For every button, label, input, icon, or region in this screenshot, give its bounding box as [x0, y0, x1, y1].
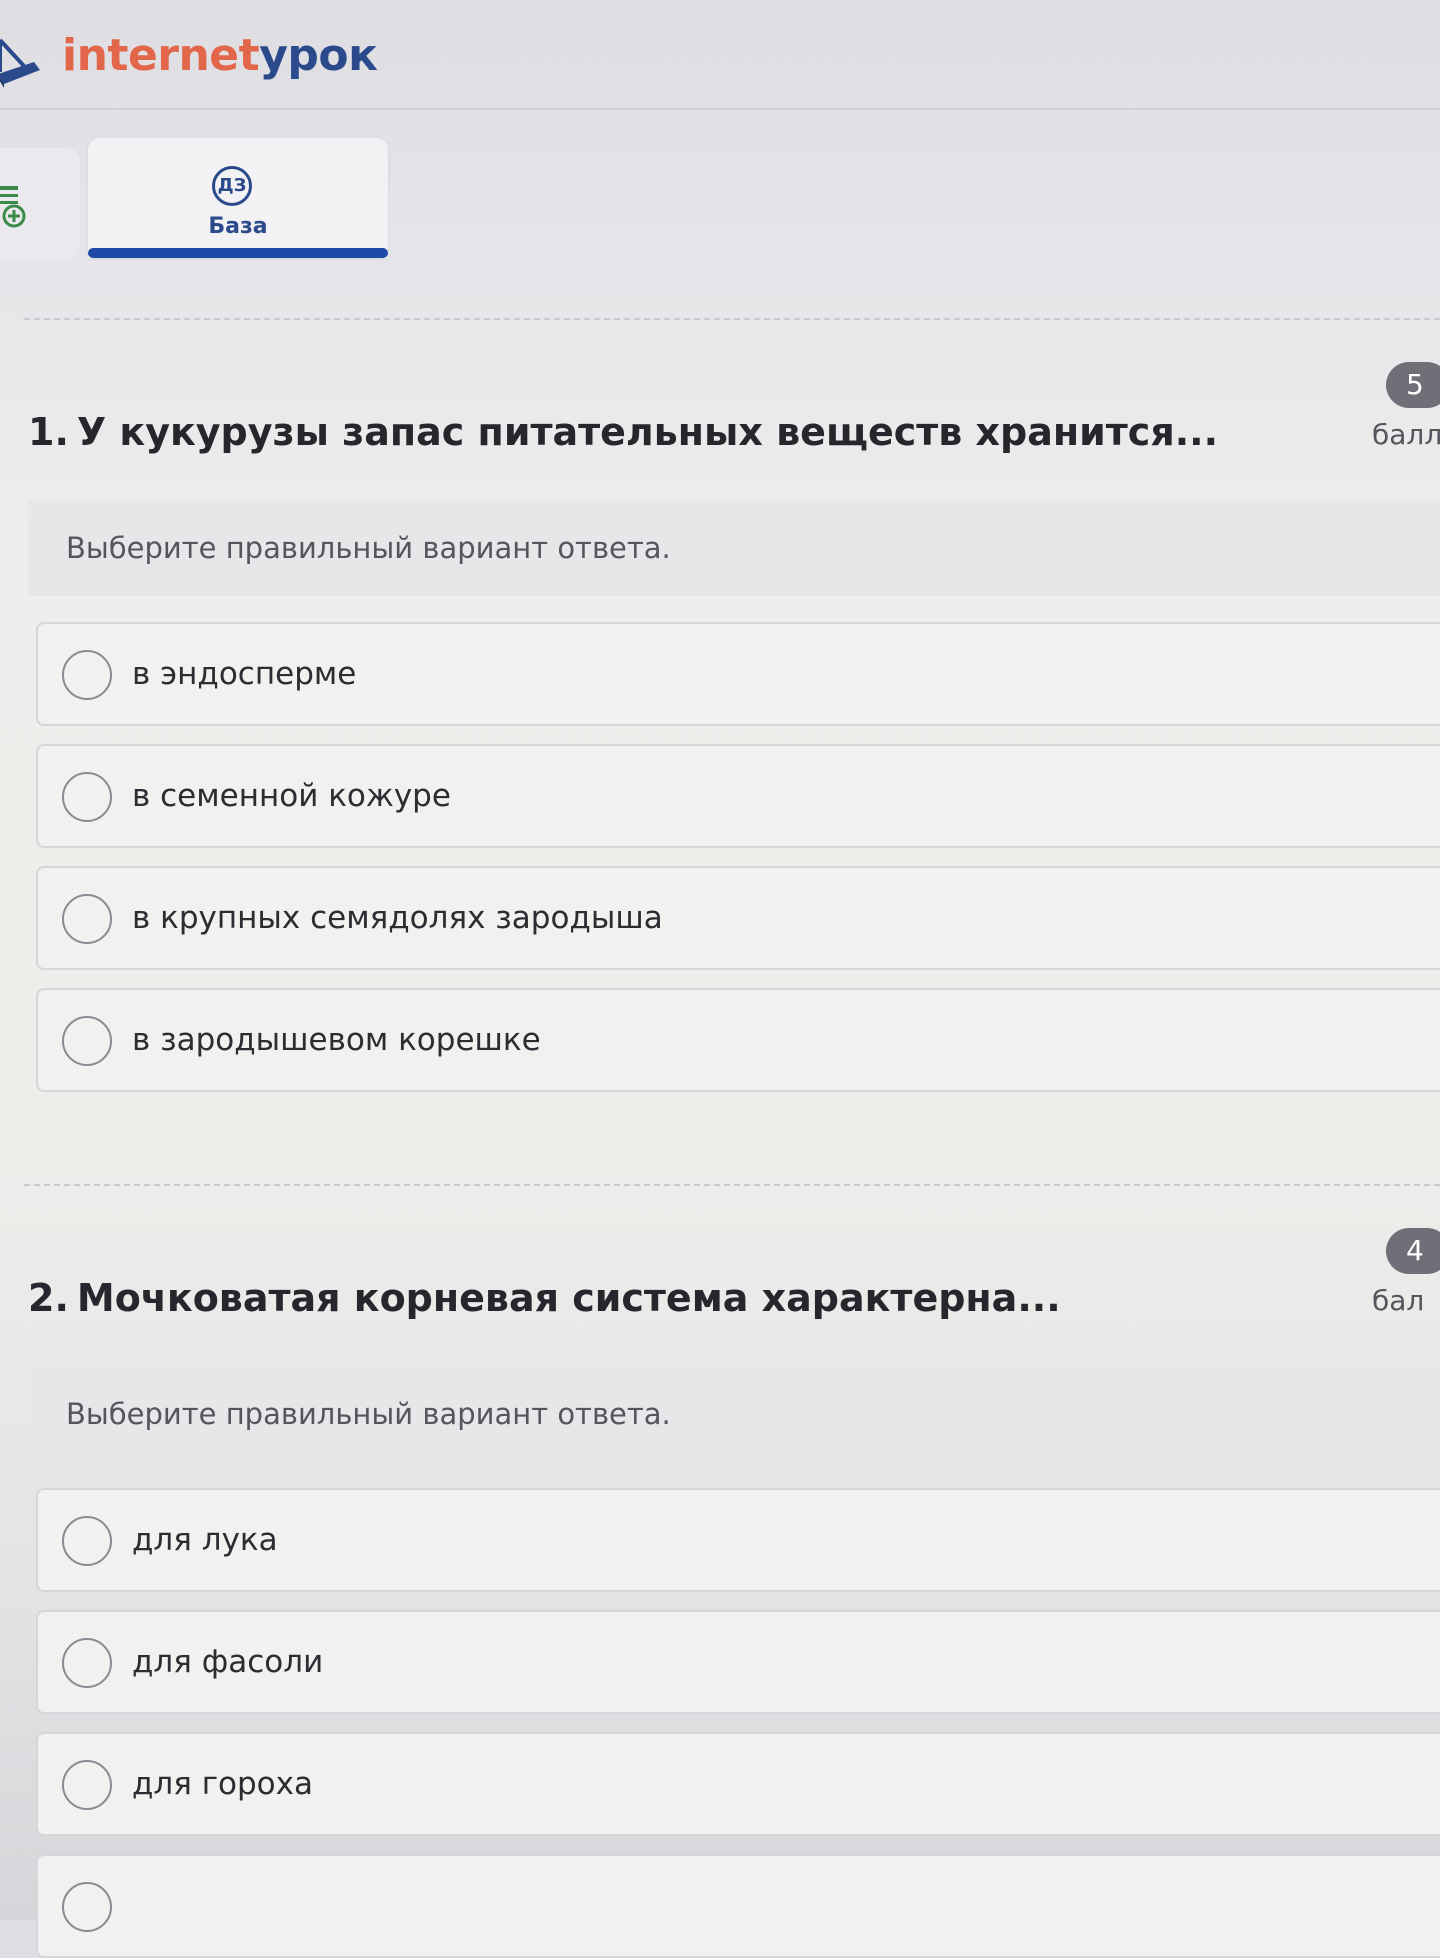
radio-button[interactable]: [62, 894, 112, 944]
add-homework-icon: [0, 186, 26, 228]
answer-instruction: Выберите правильный вариант ответа.: [28, 500, 1440, 596]
homework-badge-icon: ДЗ: [212, 166, 252, 206]
answer-option[interactable]: для фасоли: [36, 1610, 1440, 1714]
points-label: бал: [1372, 1284, 1425, 1317]
answer-option[interactable]: для гороха: [36, 1732, 1440, 1836]
option-label: для фасоли: [132, 1644, 324, 1680]
site-header: internetурок: [0, 0, 1440, 110]
tab-baza[interactable]: ДЗ База: [88, 138, 388, 258]
section-divider: [24, 318, 1440, 320]
question-title: 2. Мочковатая корневая система характерна…: [28, 1276, 1061, 1320]
answer-option[interactable]: для лука: [36, 1488, 1440, 1592]
radio-button[interactable]: [62, 1638, 112, 1688]
radio-button[interactable]: [62, 650, 112, 700]
points-label: балл: [1372, 418, 1440, 451]
radio-button[interactable]: [62, 1516, 112, 1566]
section-divider: [24, 1184, 1440, 1186]
radio-button[interactable]: [62, 1882, 112, 1932]
option-label: для лука: [132, 1522, 278, 1558]
tab-label: База: [208, 214, 268, 239]
logo-book-icon: [0, 38, 40, 88]
option-label: в крупных семядолях зародыша: [132, 900, 663, 936]
option-label: в семенной кожуре: [132, 778, 451, 814]
radio-button[interactable]: [62, 1760, 112, 1810]
option-label: для гороха: [132, 1766, 313, 1802]
logo[interactable]: internetурок: [62, 30, 378, 81]
option-label: в зародышевом корешке: [132, 1022, 541, 1058]
tab-active-indicator: [88, 248, 388, 258]
answer-instruction: Выберите правильный вариант ответа.: [28, 1366, 1440, 1462]
radio-button[interactable]: [62, 1016, 112, 1066]
points-badge: 5: [1386, 362, 1440, 408]
answer-option[interactable]: [36, 1854, 1440, 1958]
question-title: 1. У кукурузы запас питательных веществ х…: [28, 410, 1219, 454]
radio-button[interactable]: [62, 772, 112, 822]
answer-option[interactable]: в зародышевом корешке: [36, 988, 1440, 1092]
answer-option[interactable]: в семенной кожуре: [36, 744, 1440, 848]
option-label: в эндосперме: [132, 656, 357, 692]
points-badge: 4: [1386, 1228, 1440, 1274]
answer-option[interactable]: в крупных семядолях зародыша: [36, 866, 1440, 970]
answer-option[interactable]: в эндосперме: [36, 622, 1440, 726]
